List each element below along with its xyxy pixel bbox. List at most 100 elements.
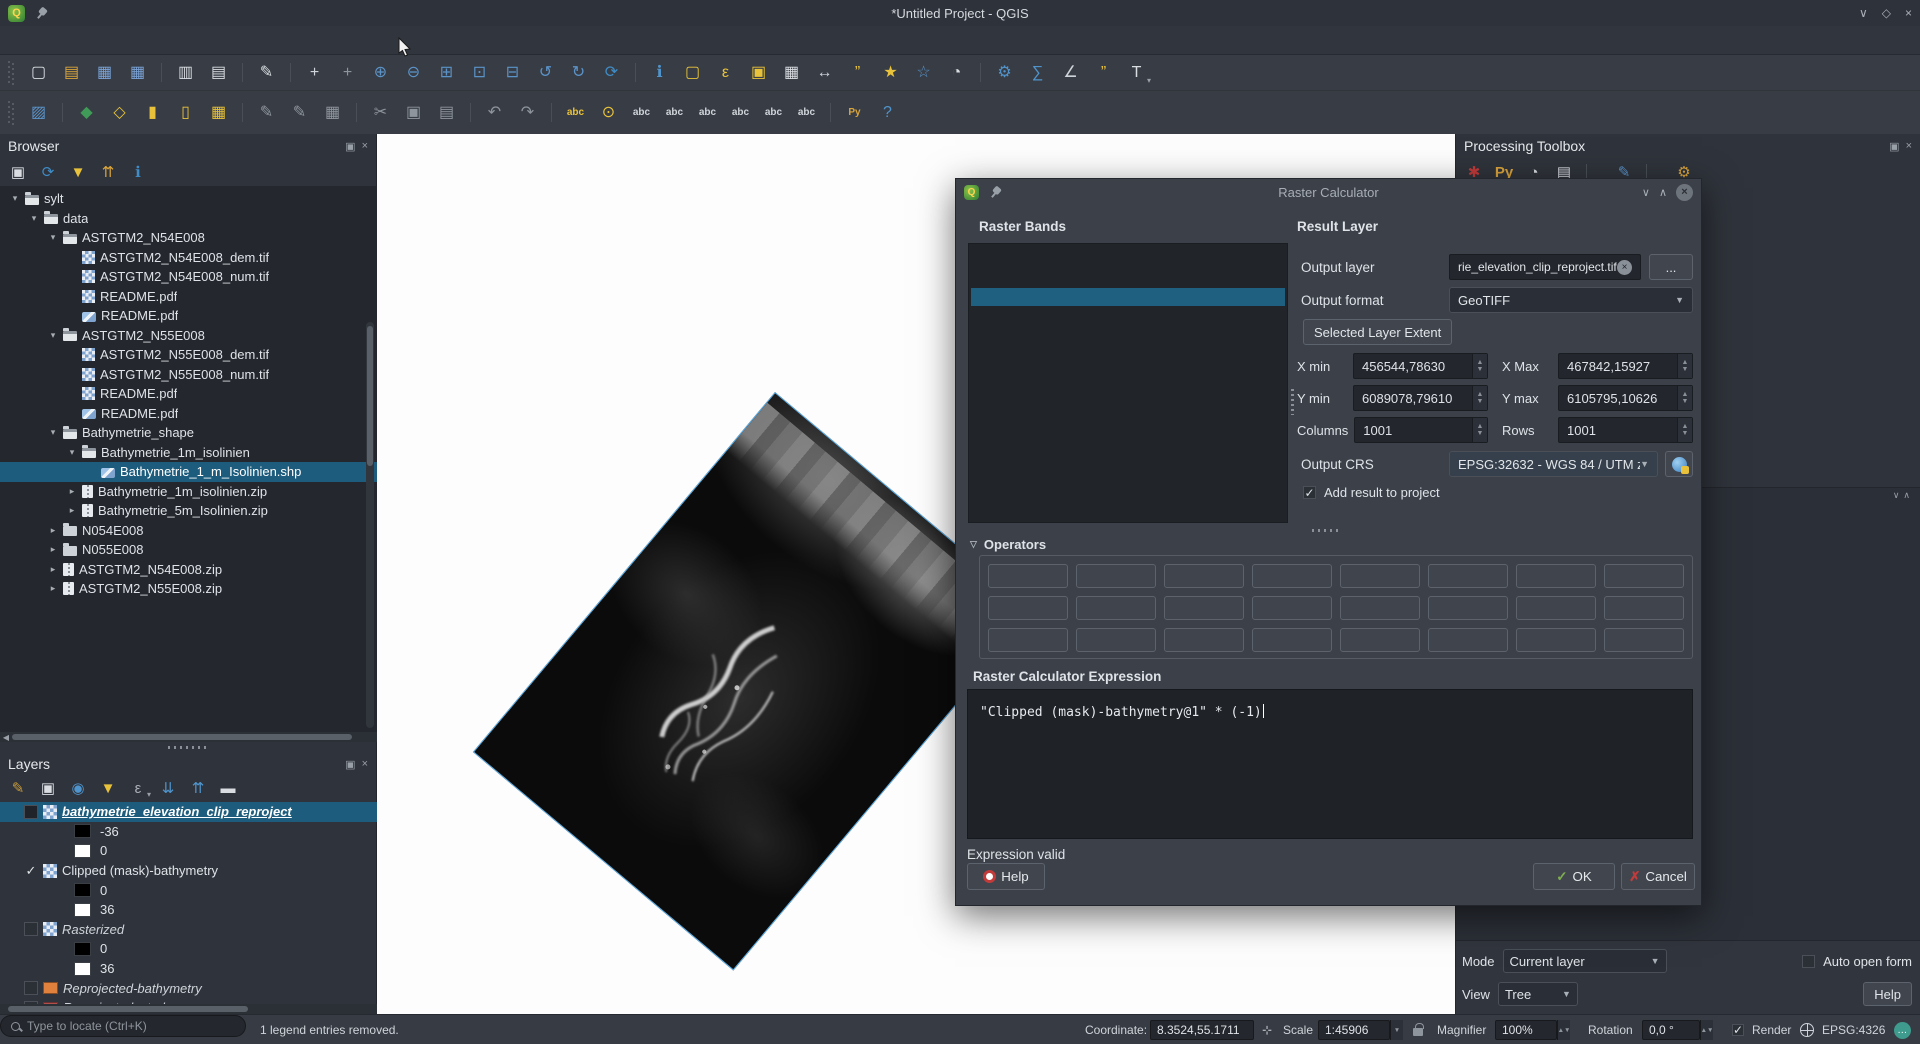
operator-button[interactable]: [1428, 596, 1508, 620]
current-edits-icon[interactable]: ✎: [253, 99, 280, 126]
browser-tree-item[interactable]: data: [0, 209, 377, 229]
operator-button[interactable]: [1252, 564, 1332, 588]
toolbar-separator[interactable]: [157, 59, 166, 86]
new-virtual-layer-icon[interactable]: ▯: [172, 99, 199, 126]
view-select[interactable]: Tree▼: [1498, 982, 1578, 1006]
text-annotation-icon[interactable]: T: [1123, 59, 1150, 86]
raster-band-item[interactable]: [971, 342, 1285, 360]
menu-item[interactable]: [186, 36, 206, 44]
extent-field-input[interactable]: 467842,15927 ▲▼: [1558, 353, 1693, 379]
browser-tree-item[interactable]: N054E008: [0, 521, 377, 541]
close-panel-icon[interactable]: ×: [362, 140, 368, 153]
maximize-icon[interactable]: ◇: [1882, 6, 1891, 20]
rotation-input[interactable]: 0,0 °: [1642, 1020, 1700, 1040]
shade-dialog-icon[interactable]: ∨: [1642, 186, 1650, 199]
zoom-out-icon[interactable]: ⊖: [400, 59, 427, 86]
operator-button[interactable]: [1164, 628, 1244, 652]
operator-button[interactable]: [1076, 564, 1156, 588]
browser-tree-item[interactable]: Bathymetrie_1_m_Isolinien.shp: [0, 462, 377, 482]
extent-tracking-icon[interactable]: ⊹: [1262, 1015, 1272, 1044]
new-print-layout-icon[interactable]: ▥: [172, 59, 199, 86]
browser-tree-item[interactable]: ASTGTM2_N54E008.zip: [0, 560, 377, 580]
operator-button[interactable]: [1604, 628, 1684, 652]
float-panel-icon[interactable]: ▣: [345, 140, 355, 153]
layer-item[interactable]: -36: [0, 822, 377, 842]
layer-visibility-checkbox[interactable]: [24, 981, 38, 995]
raster-band-item[interactable]: [971, 252, 1285, 270]
layer-item[interactable]: 36: [0, 900, 377, 920]
change-label-icon[interactable]: abc: [793, 99, 820, 126]
browser-tree-item[interactable]: Bathymetrie_1m_isolinien.zip: [0, 482, 377, 502]
expand-all-icon[interactable]: ⇊: [156, 776, 180, 800]
magnifier-input[interactable]: 100%: [1495, 1020, 1557, 1040]
lock-scale-icon[interactable]: [1413, 1028, 1423, 1036]
raster-band-item[interactable]: [971, 360, 1285, 378]
operator-button[interactable]: [1252, 596, 1332, 620]
browser-tree-item[interactable]: README.pdf: [0, 384, 377, 404]
crs-globe-icon[interactable]: [1800, 1023, 1814, 1037]
output-crs-select[interactable]: EPSG:32632 - WGS 84 / UTM zo▼: [1449, 451, 1658, 477]
menu-item[interactable]: [126, 36, 146, 44]
layer-item[interactable]: 36: [0, 959, 377, 979]
expander-icon[interactable]: [48, 564, 58, 575]
new-project-icon[interactable]: ▢: [25, 59, 52, 86]
expander-icon[interactable]: [48, 232, 58, 243]
layer-visibility-checkbox[interactable]: [24, 805, 38, 819]
show-label-properties-icon[interactable]: abc: [727, 99, 754, 126]
filter-by-expression-icon[interactable]: ε: [126, 776, 150, 800]
locate-input[interactable]: Type to locate (Ctrl+K): [0, 1015, 246, 1037]
add-selected-layers-icon[interactable]: ▣: [6, 160, 30, 184]
expander-icon[interactable]: [48, 544, 58, 555]
style-manager-icon[interactable]: ✎: [253, 59, 280, 86]
cancel-button[interactable]: ✗ Cancel: [1621, 863, 1695, 890]
layer-visibility-checkbox[interactable]: [24, 864, 38, 878]
operator-button[interactable]: [1164, 564, 1244, 588]
chevron-down-icon[interactable]: ▼: [1390, 1020, 1403, 1040]
save-layer-edits-icon[interactable]: ▦: [319, 99, 346, 126]
zoom-next-icon[interactable]: ↻: [565, 59, 592, 86]
raster-band-item[interactable]: [971, 324, 1285, 342]
browser-tree-item[interactable]: ASTGTM2_N55E008_num.tif: [0, 365, 377, 385]
operator-button[interactable]: [1340, 564, 1420, 588]
menu-item[interactable]: [206, 36, 226, 44]
panel-scroll-arrows[interactable]: ∨∧: [1893, 490, 1914, 501]
operator-button[interactable]: [1428, 628, 1508, 652]
output-format-select[interactable]: GeoTIFF▼: [1449, 287, 1693, 313]
deselect-features-icon[interactable]: ▣: [745, 59, 772, 86]
messages-icon[interactable]: …: [1894, 1022, 1911, 1039]
expander-icon[interactable]: [10, 193, 20, 204]
expander-icon[interactable]: [67, 505, 77, 516]
operator-button[interactable]: [1604, 596, 1684, 620]
close-icon[interactable]: ×: [1905, 6, 1912, 20]
zoom-to-layer-icon[interactable]: ⊟: [499, 59, 526, 86]
raster-band-item[interactable]: [971, 306, 1285, 324]
paste-features-icon[interactable]: ▤: [433, 99, 460, 126]
extent-field-input[interactable]: 1001 ▲▼: [1558, 417, 1693, 443]
spinner-arrows[interactable]: ▲▼: [1677, 354, 1692, 378]
undo-icon[interactable]: ↶: [481, 99, 508, 126]
open-project-icon[interactable]: ▤: [58, 59, 85, 86]
close-dialog-icon[interactable]: ×: [1676, 184, 1693, 201]
extent-field-input[interactable]: 456544,78630 ▲▼: [1353, 353, 1488, 379]
zoom-last-icon[interactable]: ↺: [532, 59, 559, 86]
menu-item[interactable]: [146, 36, 166, 44]
toolbar-separator[interactable]: [631, 59, 640, 86]
help-contents-icon[interactable]: ?: [874, 99, 901, 126]
show-bookmarks-icon[interactable]: ☆: [910, 59, 937, 86]
toolbar-drag-handle[interactable]: [8, 101, 15, 125]
select-features-icon[interactable]: ▢: [679, 59, 706, 86]
identify-features-icon[interactable]: ℹ: [646, 59, 673, 86]
browser-vertical-scrollbar[interactable]: [366, 322, 374, 728]
toolbar-separator[interactable]: [976, 59, 985, 86]
coordinate-input[interactable]: 8.3524,55.1711: [1150, 1020, 1254, 1040]
operator-button[interactable]: [1076, 596, 1156, 620]
statistics-panel-icon[interactable]: ∑: [1024, 59, 1051, 86]
operator-button[interactable]: [1516, 564, 1596, 588]
move-label-icon[interactable]: abc: [760, 99, 787, 126]
new-memory-layer-icon[interactable]: ▦: [205, 99, 232, 126]
layer-diagram-icon[interactable]: ⊙: [595, 99, 622, 126]
layer-styling-icon[interactable]: ✎: [6, 776, 30, 800]
splitter-handle[interactable]: [1291, 389, 1294, 415]
measure-line-icon[interactable]: ↔: [811, 59, 838, 86]
menu-item[interactable]: [86, 36, 106, 44]
